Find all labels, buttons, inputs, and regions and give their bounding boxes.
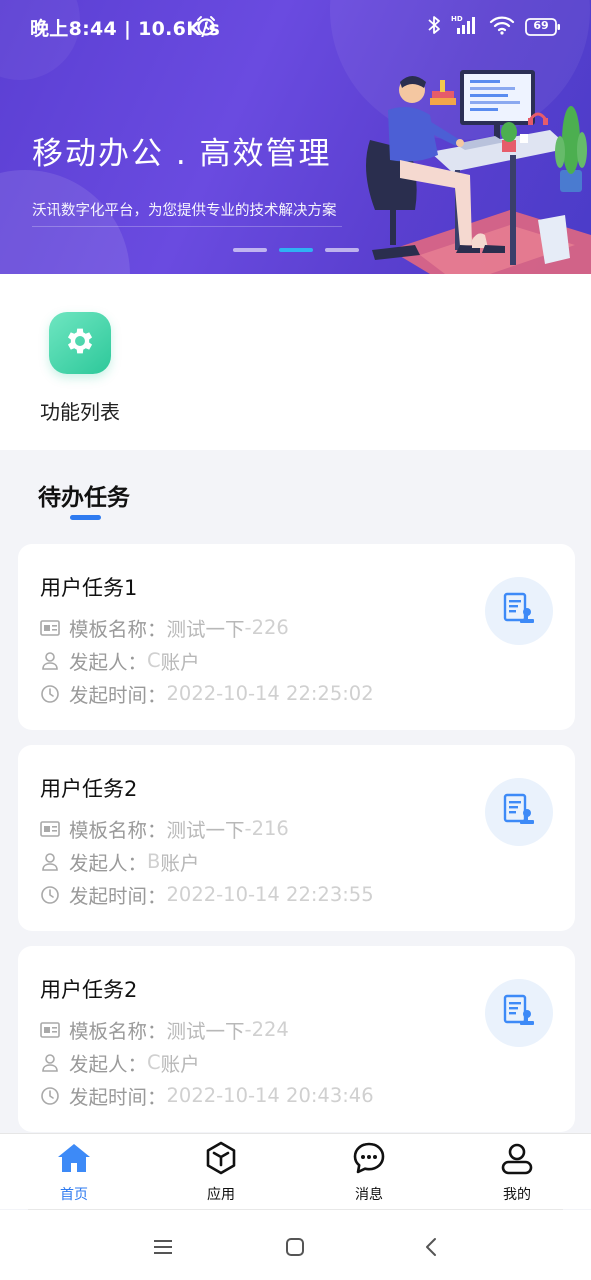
template-value-suffix: -224 [244,1018,289,1041]
initiator-label: 发起人： [69,651,148,674]
task-badge [485,778,553,846]
document-approval-icon [501,591,537,631]
office-worker-illustration [366,70,591,274]
function-icon-tile[interactable] [49,312,111,374]
todo-title-underline [70,515,101,520]
function-item-list[interactable]: 功能列表 [38,312,122,425]
gear-icon [63,324,97,362]
initiator-label: 发起人： [69,852,148,875]
banner-divider [32,226,342,227]
task-initiator-row: 发起人： B 账户 [40,847,199,876]
function-label: 功能列表 [40,400,120,424]
user-icon [500,1141,534,1179]
template-value: 测试一下 [166,618,245,641]
back-icon[interactable] [416,1232,446,1262]
status-bar: 晚上8:44 | 10.6K/s HD 69 [0,0,591,52]
bottom-tab-bar: 首页 应用 消息 我的 [0,1133,591,1209]
template-label: 模板名称： [69,819,167,842]
document-approval-icon [501,792,537,832]
task-initiator-row: 发起人： C 账户 [40,646,200,675]
banner-title: 移动办公 . 高效管理 [32,136,332,172]
time-label: 发起时间： [69,885,167,908]
initiator-prefix: C [147,649,161,672]
task-time-row: 发起时间： 2022-10-14 22:25:02 [40,679,374,708]
home-square-icon[interactable] [280,1232,310,1262]
template-label: 模板名称： [69,618,167,641]
template-icon [40,618,60,638]
tab-home[interactable]: 首页 [34,1142,114,1204]
home-icon [56,1142,92,1178]
banner-decoration [0,170,130,274]
initiator-prefix: C [147,1051,161,1074]
time-value: 2022-10-14 22:23:55 [166,883,374,906]
tab-apps[interactable]: 应用 [181,1141,261,1204]
task-card[interactable]: 用户任务2 模板名称： 测试一下 -216 发起人： B 账户 发起时间： 20… [18,745,575,931]
task-title: 用户任务2 [40,777,138,801]
person-icon [40,651,60,671]
alarm-icon [195,15,217,41]
task-badge [485,577,553,645]
status-time: 晚上8:44 | 10.6K/s [30,18,221,40]
carousel-dot-active[interactable] [279,248,313,252]
todo-section-title: 待办任务 [38,485,130,511]
template-icon [40,1020,60,1040]
task-badge [485,979,553,1047]
task-time-row: 发起时间： 2022-10-14 22:23:55 [40,880,374,909]
template-label: 模板名称： [69,1020,167,1043]
svg-text:HD: HD [451,15,463,23]
task-card[interactable]: 用户任务1 模板名称： 测试一下 -226 发起人： C 账户 发起时间： 20… [18,544,575,730]
document-approval-icon [501,993,537,1033]
tab-label: 我的 [503,1187,531,1203]
initiator-value: 账户 [160,852,200,875]
task-template-row: 模板名称： 测试一下 -216 [40,814,289,843]
person-icon [40,852,60,872]
initiator-prefix: B [147,850,161,873]
system-nav-bar [0,1210,591,1280]
carousel-dot[interactable] [233,248,267,252]
wifi-icon [489,14,515,40]
bluetooth-icon [427,14,441,40]
template-value-suffix: -226 [244,616,289,639]
clock-icon [40,885,60,905]
task-card[interactable]: 用户任务2 模板名称： 测试一下 -224 发起人： C 账户 发起时间： 20… [18,946,575,1132]
time-label: 发起时间： [69,1086,167,1109]
initiator-value: 账户 [160,651,200,674]
banner-subtitle: 沃讯数字化平台，为您提供专业的技术解决方案 [32,203,337,219]
menu-icon[interactable] [148,1232,178,1262]
signal-icon: HD [451,14,479,40]
tab-messages[interactable]: 消息 [329,1142,409,1204]
chat-icon [352,1141,386,1179]
person-icon [40,1053,60,1073]
task-initiator-row: 发起人： C 账户 [40,1048,200,1077]
task-template-row: 模板名称： 测试一下 -226 [40,613,289,642]
time-label: 发起时间： [69,684,167,707]
template-value: 测试一下 [166,1020,245,1043]
carousel-dot[interactable] [325,248,359,252]
initiator-value: 账户 [160,1053,200,1076]
tab-profile[interactable]: 我的 [477,1142,557,1204]
template-icon [40,819,60,839]
task-time-row: 发起时间： 2022-10-14 20:43:46 [40,1081,374,1110]
initiator-label: 发起人： [69,1053,148,1076]
template-value: 测试一下 [166,819,245,842]
tab-label: 应用 [207,1187,235,1203]
time-value: 2022-10-14 22:25:02 [166,682,374,705]
tab-label: 首页 [60,1187,88,1203]
clock-icon [40,1086,60,1106]
task-title: 用户任务1 [40,576,138,600]
banner[interactable]: 晚上8:44 | 10.6K/s HD 69 移动办公 . 高效管理 沃讯数字化… [0,0,591,274]
battery-icon: 69 [525,17,561,37]
template-value-suffix: -216 [244,817,289,840]
time-value: 2022-10-14 20:43:46 [166,1084,374,1107]
battery-level: 69 [533,19,549,32]
cube-icon [205,1141,237,1179]
tab-label: 消息 [355,1187,383,1203]
function-section: 功能列表 [0,274,591,450]
task-title: 用户任务2 [40,978,138,1002]
task-template-row: 模板名称： 测试一下 -224 [40,1015,289,1044]
clock-icon [40,684,60,704]
carousel-indicator[interactable] [233,248,359,252]
status-icons: HD 69 [427,14,561,40]
